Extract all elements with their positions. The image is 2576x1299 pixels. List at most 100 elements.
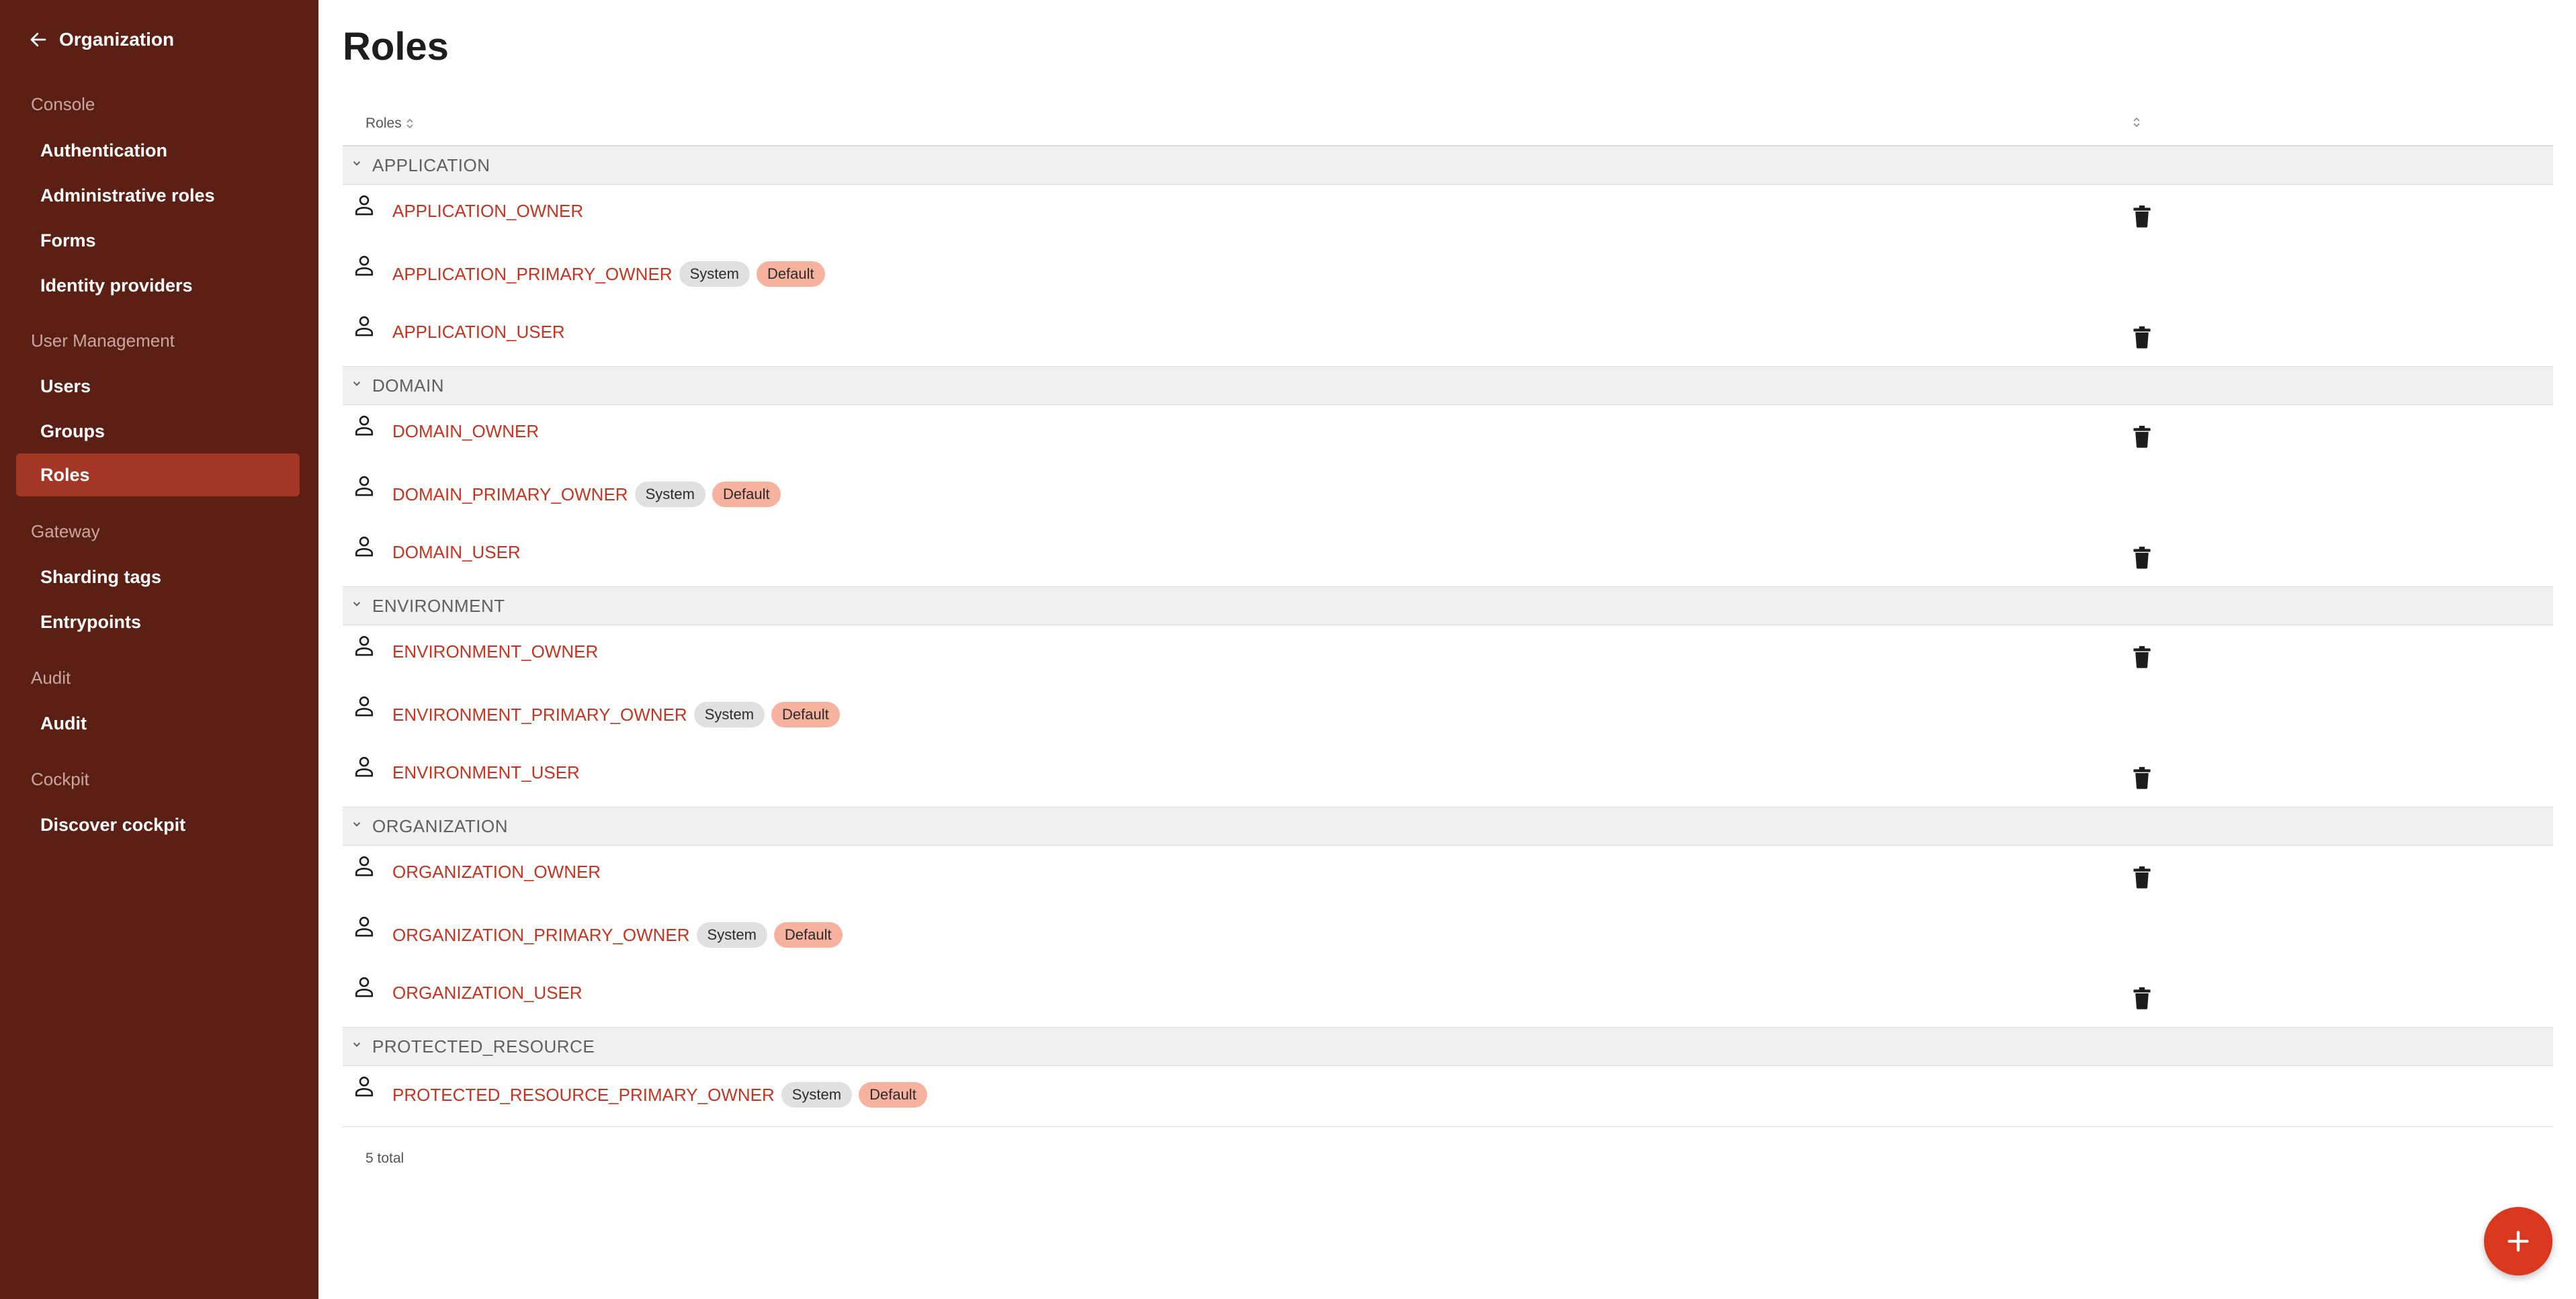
system-badge: System bbox=[634, 482, 705, 507]
person-icon bbox=[355, 696, 374, 717]
trash-icon[interactable] bbox=[2133, 425, 2151, 448]
role-link[interactable]: ORGANIZATION_USER bbox=[392, 983, 583, 1003]
sidebar-item-authentication[interactable]: Authentication bbox=[16, 129, 300, 172]
table-row: PROTECTED_RESOURCE_PRIMARY_OWNER System De… bbox=[343, 1066, 2553, 1126]
table-row: APPLICATION_PRIMARY_OWNER System Default bbox=[343, 245, 2553, 306]
default-badge: Default bbox=[771, 702, 840, 727]
trash-icon[interactable] bbox=[2133, 866, 2151, 889]
person-icon bbox=[355, 415, 374, 436]
role-link[interactable]: ENVIRONMENT_PRIMARY_OWNER System Default bbox=[392, 702, 840, 727]
table-row: ORGANIZATION_OWNER bbox=[343, 846, 2553, 906]
trash-icon[interactable] bbox=[2133, 326, 2151, 349]
actions-column-sort[interactable] bbox=[2133, 116, 2141, 133]
person-icon bbox=[355, 1076, 374, 1097]
table-row: DOMAIN_PRIMARY_OWNER System Default bbox=[343, 465, 2553, 526]
roles-table: Roles APPLICATION APPLICATION_OWNER APPLIC… bbox=[343, 101, 2553, 1166]
trash-icon[interactable] bbox=[2133, 205, 2151, 228]
role-link[interactable]: DOMAIN_USER bbox=[392, 542, 521, 563]
role-link[interactable]: DOMAIN_OWNER bbox=[392, 421, 539, 442]
person-icon bbox=[355, 856, 374, 877]
sidebar-item-sharding-tags[interactable]: Sharding tags bbox=[16, 555, 300, 598]
group-label: ORGANIZATION bbox=[372, 815, 508, 836]
sidebar-item-groups[interactable]: Groups bbox=[16, 410, 300, 453]
table-end-divider bbox=[343, 1126, 2553, 1127]
sidebar: Organization Console Authentication Admi… bbox=[0, 0, 318, 1299]
table-row: ENVIRONMENT_PRIMARY_OWNER System Default bbox=[343, 686, 2553, 746]
group-header[interactable]: DOMAIN bbox=[343, 366, 2553, 405]
system-badge: System bbox=[693, 702, 765, 727]
trash-icon[interactable] bbox=[2133, 645, 2151, 668]
person-icon bbox=[355, 255, 374, 276]
sidebar-item-audit[interactable]: Audit bbox=[16, 702, 300, 745]
person-icon bbox=[355, 977, 374, 997]
role-name: ENVIRONMENT_OWNER bbox=[392, 641, 599, 662]
sort-icon bbox=[406, 118, 413, 129]
role-name: DOMAIN_USER bbox=[392, 542, 521, 562]
role-name: APPLICATION_OWNER bbox=[392, 201, 584, 221]
group-label: APPLICATION bbox=[372, 154, 490, 175]
role-link[interactable]: APPLICATION_OWNER bbox=[392, 201, 583, 222]
person-icon bbox=[355, 536, 374, 557]
role-link[interactable]: ORGANIZATION_OWNER bbox=[392, 862, 601, 883]
role-link[interactable]: PROTECTED_RESOURCE_PRIMARY_OWNER System De… bbox=[392, 1082, 927, 1108]
role-name: APPLICATION_PRIMARY_OWNER bbox=[392, 263, 673, 284]
group-header[interactable]: PROTECTED_RESOURCE bbox=[343, 1027, 2553, 1066]
role-link[interactable]: DOMAIN_PRIMARY_OWNER System Default bbox=[392, 482, 781, 507]
chevron-down-icon bbox=[353, 1042, 361, 1047]
trash-icon[interactable] bbox=[2133, 766, 2151, 789]
table-row: DOMAIN_OWNER bbox=[343, 405, 2553, 465]
section-title-console: Console bbox=[31, 94, 95, 114]
default-badge: Default bbox=[859, 1082, 927, 1108]
role-link[interactable]: APPLICATION_PRIMARY_OWNER System Default bbox=[392, 261, 825, 287]
roles-column-label: Roles bbox=[366, 116, 402, 131]
role-link[interactable]: ENVIRONMENT_USER bbox=[392, 762, 580, 783]
sidebar-item-forms[interactable]: Forms bbox=[16, 219, 300, 262]
person-icon bbox=[355, 195, 374, 216]
table-row: ORGANIZATION_USER bbox=[343, 967, 2553, 1027]
trash-icon[interactable] bbox=[2133, 987, 2151, 1010]
sidebar-item-entrypoints[interactable]: Entrypoints bbox=[16, 600, 300, 643]
person-icon bbox=[355, 635, 374, 656]
group-header[interactable]: APPLICATION bbox=[343, 146, 2553, 185]
trash-icon[interactable] bbox=[2133, 546, 2151, 569]
add-role-button[interactable] bbox=[2484, 1207, 2552, 1275]
sort-icon bbox=[2133, 117, 2140, 128]
table-row: ENVIRONMENT_OWNER bbox=[343, 625, 2553, 686]
group-label: PROTECTED_RESOURCE bbox=[372, 1036, 595, 1057]
sidebar-item-identity-providers[interactable]: Identity providers bbox=[16, 264, 300, 307]
role-name: DOMAIN_OWNER bbox=[392, 421, 540, 441]
sidebar-item-discover-cockpit[interactable]: Discover cockpit bbox=[16, 803, 300, 846]
group-label: DOMAIN bbox=[372, 375, 444, 396]
arrow-left-icon bbox=[30, 32, 46, 47]
role-link[interactable]: APPLICATION_USER bbox=[392, 322, 565, 343]
sidebar-item-roles[interactable]: Roles bbox=[16, 453, 300, 496]
chevron-down-icon bbox=[353, 382, 361, 386]
default-badge: Default bbox=[712, 482, 781, 507]
sidebar-item-administrative-roles[interactable]: Administrative roles bbox=[16, 174, 300, 217]
chevron-down-icon bbox=[353, 822, 361, 827]
role-name: DOMAIN_PRIMARY_OWNER bbox=[392, 484, 628, 504]
sidebar-item-users[interactable]: Users bbox=[16, 365, 300, 408]
back-link-label: Organization bbox=[59, 29, 175, 50]
table-row: DOMAIN_USER bbox=[343, 526, 2553, 586]
role-name: APPLICATION_USER bbox=[392, 322, 565, 342]
role-link[interactable]: ENVIRONMENT_OWNER bbox=[392, 641, 598, 662]
system-badge: System bbox=[781, 1082, 853, 1108]
plus-icon bbox=[2507, 1230, 2529, 1252]
chevron-down-icon bbox=[353, 161, 361, 166]
section-title-gateway: Gateway bbox=[31, 521, 100, 541]
role-name: ORGANIZATION_USER bbox=[392, 983, 583, 1003]
group-header[interactable]: ORGANIZATION bbox=[343, 807, 2553, 846]
person-icon bbox=[355, 476, 374, 496]
table-row: ENVIRONMENT_USER bbox=[343, 746, 2553, 807]
role-name: PROTECTED_RESOURCE_PRIMARY_OWNER bbox=[392, 1084, 775, 1105]
table-total-count: 5 total bbox=[366, 1151, 404, 1166]
role-link[interactable]: ORGANIZATION_PRIMARY_OWNER System Default bbox=[392, 922, 843, 948]
page-title: Roles bbox=[343, 25, 449, 69]
back-to-organization-link[interactable]: Organization bbox=[28, 27, 174, 52]
person-icon bbox=[355, 316, 374, 337]
chevron-down-icon bbox=[353, 602, 361, 607]
table-row: ORGANIZATION_PRIMARY_OWNER System Default bbox=[343, 906, 2553, 967]
roles-column-header[interactable]: Roles bbox=[366, 116, 414, 132]
group-header[interactable]: ENVIRONMENT bbox=[343, 586, 2553, 625]
